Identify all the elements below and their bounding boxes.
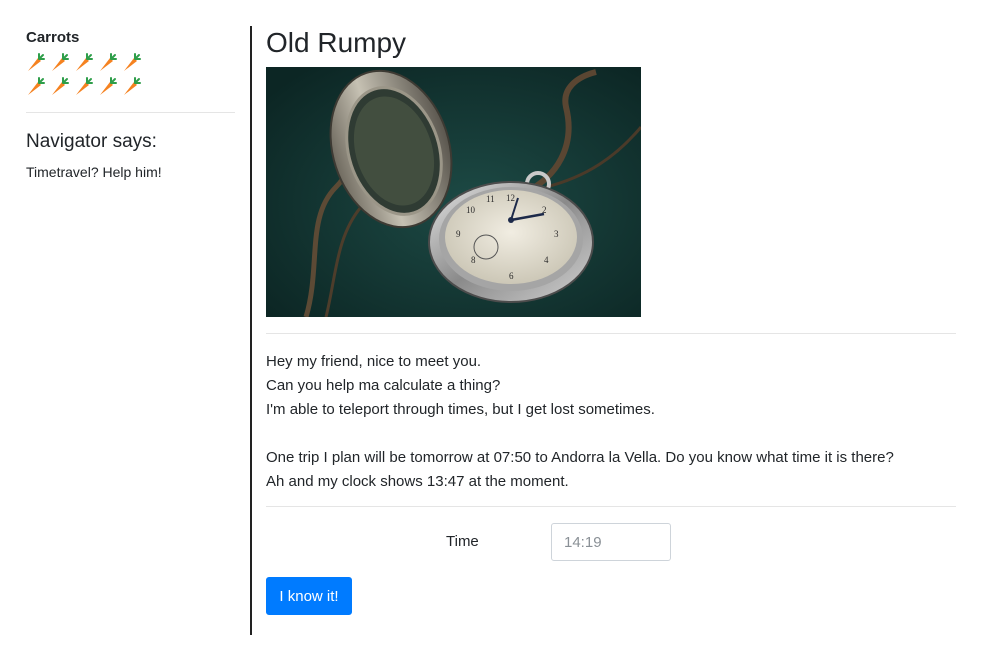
carrot-icon — [98, 53, 122, 73]
carrot-icon — [26, 77, 50, 97]
message-line: Can you help ma calculate a thing? — [266, 377, 501, 394]
carrots-title: Carrots — [26, 29, 80, 46]
submit-button[interactable]: I know it! — [266, 577, 352, 615]
carrot-icon — [74, 53, 98, 73]
carrot-icon — [74, 77, 98, 97]
navigator-text: Timetravel? Help him! — [26, 164, 162, 180]
message-spacer — [266, 422, 956, 446]
message-line: One trip I plan will be tomorrow at 07:5… — [266, 449, 894, 466]
submit-row: I know it! — [266, 577, 956, 615]
time-label: Time — [446, 533, 479, 550]
svg-text:12: 12 — [506, 193, 515, 203]
message-line: Ah and my clock shows 13:47 at the momen… — [266, 473, 569, 490]
message-line: I'm able to teleport through times, but … — [266, 401, 655, 418]
carrot-icon — [26, 53, 50, 73]
page-title: Old Rumpy — [266, 27, 407, 58]
pocket-watch-photo: 12 2 3 4 6 8 9 10 11 — [266, 67, 641, 317]
content-divider-top — [266, 333, 956, 334]
carrot-icon — [50, 53, 74, 73]
carrot-icon — [122, 53, 146, 73]
sidebar: Carrots Navigator says: Timetravel? Help… — [26, 28, 235, 181]
svg-text:6: 6 — [509, 271, 514, 281]
carrot-grid — [26, 53, 151, 97]
message-block: Hey my friend, nice to meet you. Can you… — [266, 350, 956, 494]
message-line: Hey my friend, nice to meet you. — [266, 353, 482, 370]
sidebar-divider — [26, 112, 235, 113]
svg-text:3: 3 — [554, 229, 559, 239]
time-input[interactable] — [551, 523, 671, 561]
svg-text:8: 8 — [471, 255, 476, 265]
svg-text:11: 11 — [486, 194, 495, 204]
main-content: Old Rumpy 12 2 3 4 6 8 9 10 11 Hey my fr… — [266, 26, 956, 615]
vertical-separator — [250, 26, 252, 635]
carrot-icon — [98, 77, 122, 97]
carrot-icon — [122, 77, 146, 97]
content-divider-bottom — [266, 506, 956, 507]
svg-text:9: 9 — [456, 229, 461, 239]
svg-text:10: 10 — [466, 205, 476, 215]
svg-text:4: 4 — [544, 255, 549, 265]
carrot-icon — [50, 77, 74, 97]
navigator-heading: Navigator says: — [26, 131, 157, 152]
time-form-row: Time — [266, 523, 956, 563]
